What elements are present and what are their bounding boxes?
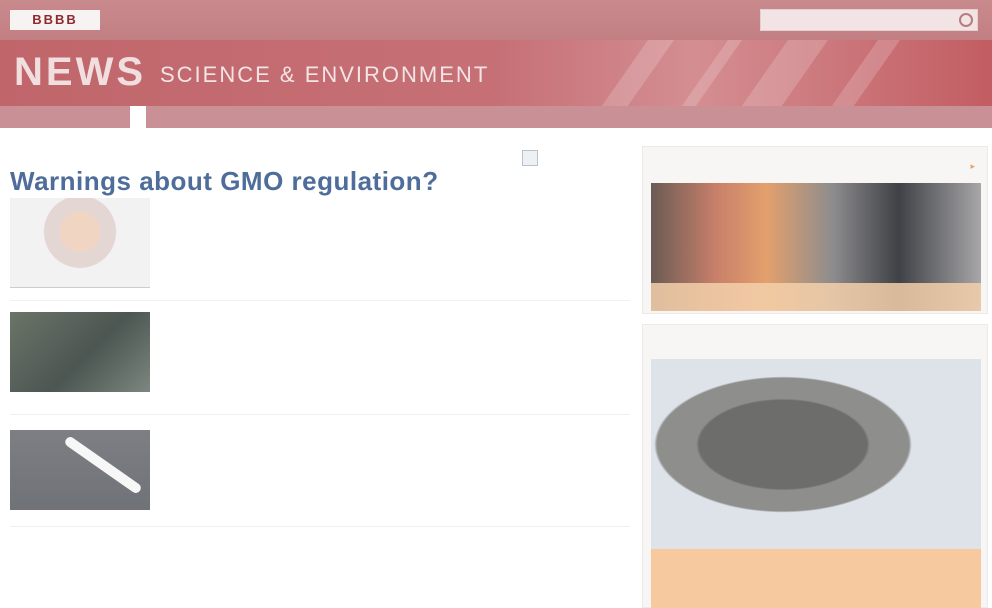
search-box	[760, 9, 978, 31]
banner-decoration	[724, 40, 836, 106]
story-body	[170, 312, 630, 317]
banner-decoration	[584, 40, 682, 106]
sidebar-more-link[interactable]	[970, 161, 975, 172]
comet-graphic	[63, 435, 143, 495]
top-bar: BBBB	[0, 0, 992, 40]
sidebar-panel-feature	[642, 324, 988, 608]
search-input[interactable]	[767, 12, 917, 28]
sidebar-promo-image[interactable]	[651, 183, 981, 311]
sidebar-feature-header	[643, 325, 987, 341]
divider	[10, 414, 630, 415]
sidebar-feature-image[interactable]	[651, 359, 981, 549]
banner-decoration	[664, 40, 750, 106]
bottom-story-left	[10, 541, 310, 545]
banner-section-title: SCIENCE & ENVIRONMENT	[160, 62, 490, 87]
divider	[10, 526, 630, 527]
bbc-logo[interactable]: BBBB	[10, 10, 100, 30]
lead-photo[interactable]	[10, 198, 150, 288]
story-body	[170, 430, 630, 435]
story-thumbnail[interactable]	[10, 430, 150, 510]
bottom-story-right	[330, 541, 630, 547]
lead-headline[interactable]: Warnings about GMO regulation?	[10, 166, 439, 197]
story-item	[10, 312, 630, 400]
section-nav-item-active[interactable]	[130, 106, 146, 128]
story-item	[10, 430, 630, 510]
divider	[10, 300, 630, 301]
section-nav	[0, 106, 992, 128]
sidebar-panel-header	[643, 147, 987, 165]
search-icon[interactable]	[959, 13, 973, 27]
sidebar-promo-caption	[651, 283, 981, 311]
story-thumbnail[interactable]	[10, 312, 150, 392]
banner-decoration	[814, 40, 908, 106]
print-icon[interactable]	[522, 150, 538, 166]
lead-story	[170, 209, 630, 213]
banner-title[interactable]: NEWS	[14, 50, 146, 94]
sidebar-feature-caption	[651, 549, 981, 608]
sidebar-panel-video	[642, 146, 988, 314]
news-banner: NEWS SCIENCE & ENVIRONMENT	[0, 40, 992, 106]
